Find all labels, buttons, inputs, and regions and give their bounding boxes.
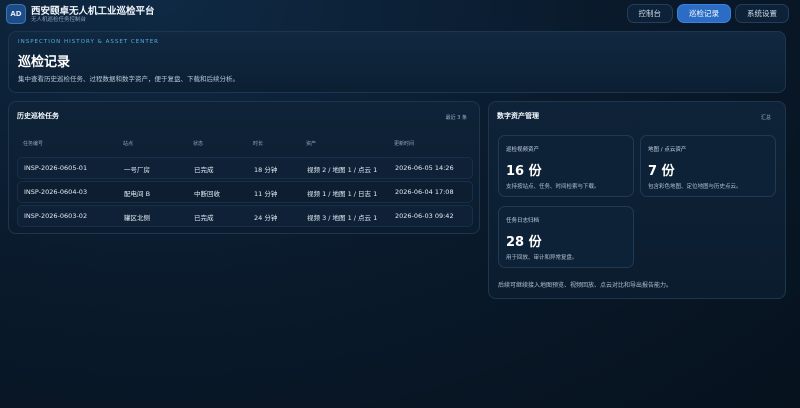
main-nav: 控制台 巡检记录 系统设置 — [626, 4, 789, 24]
site-cell: 一号厂房 — [124, 166, 150, 174]
duration-cell: 11 分钟 — [254, 190, 278, 198]
updated-cell: 2026-06-04 17:08 — [395, 188, 454, 196]
column-header-status: 状态 — [193, 141, 204, 147]
asset-card-label: 任务日志归档 — [506, 218, 540, 224]
duration-cell: 18 分钟 — [254, 166, 278, 174]
asset-card-description: 用于回放、审计和异常复盘。 — [506, 255, 578, 261]
asset-card-value: 16 份 — [506, 164, 542, 179]
assets-footnote: 后续可继续接入地图预览、视频回放、点云对比和导出报告能力。 — [498, 282, 673, 289]
column-header-duration: 时长 — [253, 141, 264, 147]
status-cell: 已完成 — [194, 166, 214, 174]
asset-card-map[interactable]: 地图 / 点云资产 7 份 包含彩色地图、定位地图与历史点云。 — [640, 135, 776, 197]
nav-records-button[interactable]: 巡检记录 — [677, 4, 731, 23]
page-title: 巡检记录 — [18, 55, 71, 70]
assets-panel-title: 数字资产管理 — [497, 112, 539, 120]
updated-cell: 2026-06-03 09:42 — [395, 212, 454, 220]
table-row[interactable]: INSP-2026-0604-03 配电间 B 中断回收 11 分钟 视频 1 … — [17, 181, 473, 203]
nav-settings-button[interactable]: 系统设置 — [735, 4, 789, 23]
task-id-cell: INSP-2026-0603-02 — [24, 212, 88, 220]
assets-cell: 视频 2 / 地图 1 / 点云 1 — [307, 166, 378, 174]
assets-panel: 数字资产管理 汇总 巡检视频资产 16 份 支持按站点、任务、时间检索与下载。 … — [488, 101, 786, 299]
app-subtitle: 无人机巡检任务控制台 — [31, 17, 87, 23]
status-cell: 中断回收 — [194, 190, 220, 198]
column-header-task-id: 任务编号 — [23, 141, 44, 147]
updated-cell: 2026-06-05 14:26 — [395, 164, 454, 172]
history-panel: 历史巡检任务 最近 3 条 任务编号 站点 状态 时长 资产 更新时间 INSP… — [8, 101, 480, 234]
column-header-updated: 更新时间 — [394, 141, 415, 147]
top-bar: AD 西安颐卓无人机工业巡检平台 无人机巡检任务控制台 控制台 巡检记录 系统设… — [0, 0, 800, 27]
duration-cell: 24 分钟 — [254, 214, 278, 222]
assets-cell: 视频 3 / 地图 1 / 点云 1 — [307, 214, 378, 222]
status-cell: 已完成 — [194, 214, 214, 222]
assets-cell: 视频 1 / 地图 1 / 日志 1 — [307, 190, 378, 198]
asset-card-value: 28 份 — [506, 235, 542, 250]
column-header-site: 站点 — [123, 141, 134, 147]
table-header: 任务编号 站点 状态 时长 资产 更新时间 — [17, 138, 473, 150]
history-panel-title: 历史巡检任务 — [17, 112, 59, 120]
asset-card-value: 7 份 — [648, 164, 675, 179]
hero-banner: INSPECTION HISTORY & ASSET CENTER 巡检记录 集… — [8, 31, 786, 93]
table-row[interactable]: INSP-2026-0605-01 一号厂房 已完成 18 分钟 视频 2 / … — [17, 157, 473, 179]
history-count-badge: 最近 3 条 — [445, 115, 467, 121]
assets-summary-badge: 汇总 — [760, 115, 771, 121]
site-cell: 罐区北侧 — [124, 214, 150, 222]
asset-card-video[interactable]: 巡检视频资产 16 份 支持按站点、任务、时间检索与下载。 — [498, 135, 634, 197]
nav-dashboard-button[interactable]: 控制台 — [626, 4, 673, 23]
task-id-cell: INSP-2026-0604-03 — [24, 188, 88, 196]
site-cell: 配电间 B — [124, 190, 151, 198]
asset-card-logs[interactable]: 任务日志归档 28 份 用于回放、审计和异常复盘。 — [498, 206, 634, 268]
page-description: 集中查看历史巡检任务、过程数据和数字资产，便于复盘、下载和后续分析。 — [18, 75, 239, 83]
hero-eyebrow: INSPECTION HISTORY & ASSET CENTER — [18, 39, 159, 45]
asset-card-label: 巡检视频资产 — [506, 147, 540, 153]
table-row[interactable]: INSP-2026-0603-02 罐区北侧 已完成 24 分钟 视频 3 / … — [17, 205, 473, 227]
asset-card-label: 地图 / 点云资产 — [648, 147, 687, 153]
asset-card-description: 包含彩色地图、定位地图与历史点云。 — [648, 184, 742, 190]
column-header-assets: 资产 — [306, 141, 317, 147]
logo-badge: AD — [6, 4, 26, 24]
task-id-cell: INSP-2026-0605-01 — [24, 164, 88, 172]
asset-card-description: 支持按站点、任务、时间检索与下载。 — [506, 184, 600, 190]
